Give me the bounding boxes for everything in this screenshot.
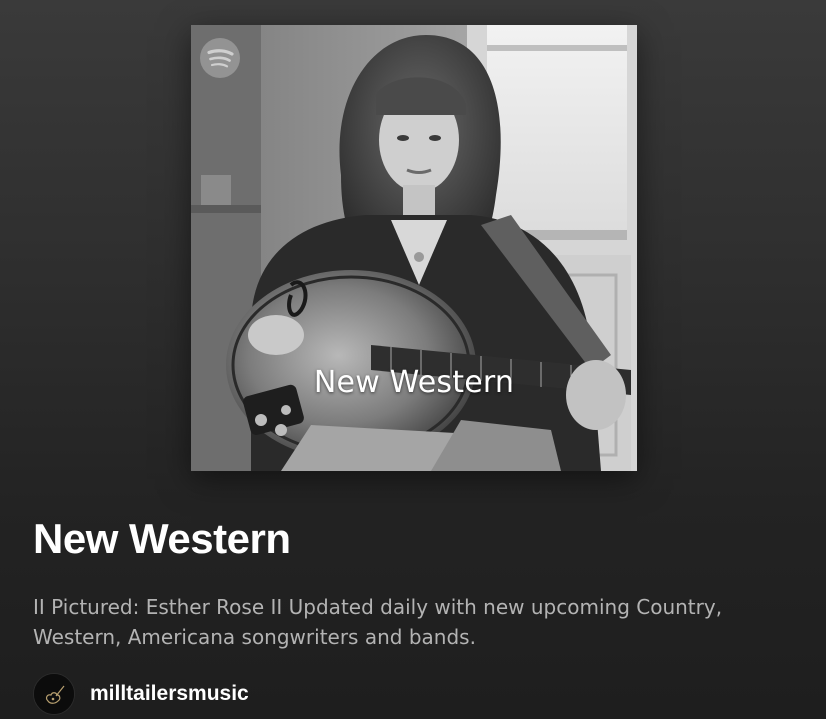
playlist-title: New Western xyxy=(33,515,291,562)
avatar[interactable] xyxy=(33,673,75,715)
guitar-logo-icon xyxy=(34,674,74,714)
owner-name-link[interactable]: milltailersmusic xyxy=(90,682,249,706)
playlist-description: II Pictured: Esther Rose II Updated dail… xyxy=(33,595,723,649)
playlist-cover[interactable]: New Western xyxy=(191,25,637,471)
playlist-owner[interactable]: milltailersmusic xyxy=(33,673,249,715)
cover-photo xyxy=(191,25,637,471)
spotify-logo-icon[interactable] xyxy=(200,38,240,78)
cover-title-text: New Western xyxy=(313,365,515,400)
